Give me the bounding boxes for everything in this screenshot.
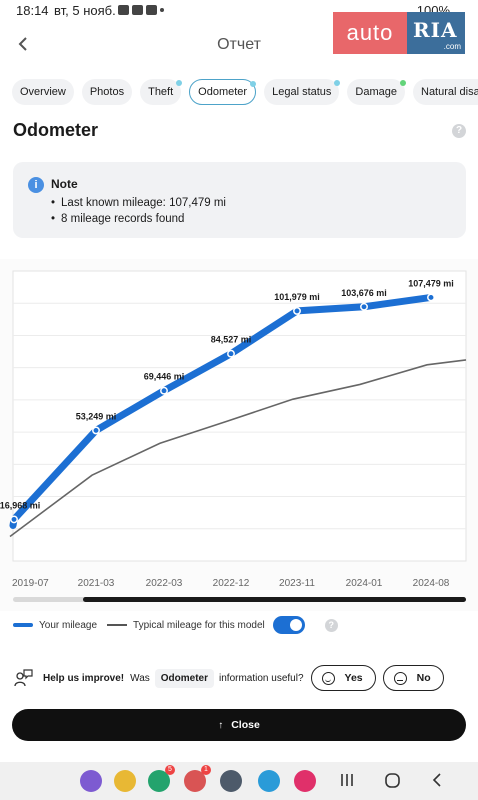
chart-scrollbar[interactable] xyxy=(13,597,466,602)
data-point-your-mileage xyxy=(10,515,18,524)
data-point-your-mileage xyxy=(92,426,100,435)
arrow-up-icon: ↑ xyxy=(218,719,224,731)
data-label: 53,249 mi xyxy=(76,411,117,421)
tab-status-dot xyxy=(176,80,183,86)
data-label: 84,527 mi xyxy=(211,335,252,345)
olx-app-icon[interactable]: 5 xyxy=(148,765,175,792)
note-item: 8 mileage records found xyxy=(51,211,226,227)
mileage-chart-svg: 16,968 mi 53,249 mi 69,446 mi 84,527 mi 101,… xyxy=(0,270,467,589)
chart-legend: Your mileage Typical mileage for this mo… xyxy=(13,616,338,634)
smile-icon xyxy=(321,671,335,685)
tab-damage[interactable]: Damage xyxy=(347,79,406,105)
x-tick-label: 2024-08 xyxy=(413,578,450,589)
apps-app-icon[interactable] xyxy=(220,770,242,792)
report-tabs: Overview Photos Theft Odometer Legal status D… xyxy=(12,79,478,107)
x-tick-label: 2019-07 xyxy=(12,578,49,589)
date: вт, 5 нояб. xyxy=(54,3,116,18)
data-point-your-mileage xyxy=(160,386,168,395)
close-button[interactable]: ↑ Close xyxy=(12,709,466,741)
data-label: 107,479 mi xyxy=(408,278,454,288)
x-tick-label: 2021-03 xyxy=(78,578,115,589)
tab-status-dot xyxy=(334,80,341,86)
tab-photos[interactable]: Photos xyxy=(81,79,133,105)
feedback-help-label: Help us improve! xyxy=(43,672,125,684)
autoria-app-icon[interactable]: 1 xyxy=(184,765,211,792)
notification-icons xyxy=(118,5,164,15)
recent-apps-icon[interactable] xyxy=(340,772,354,788)
feedback-bar: Help us improve! Was Odometer informatio… xyxy=(13,664,466,692)
feedback-yes-button[interactable]: Yes xyxy=(310,665,376,691)
tab-overview[interactable]: Overview xyxy=(12,79,74,105)
tab-label: Photos xyxy=(89,86,125,98)
no-label: No xyxy=(416,672,431,684)
section-title: Odometer xyxy=(13,120,99,140)
tab-label: Legal status xyxy=(272,86,332,98)
tab-theft[interactable]: Theft xyxy=(140,79,183,105)
legend-swatch-your-mileage xyxy=(13,623,33,627)
x-tick-label: 2023-11 xyxy=(279,578,315,589)
feedback-question: information useful? xyxy=(219,672,304,684)
tab-label: Overview xyxy=(20,86,66,98)
more-dot-icon xyxy=(160,8,164,12)
legend-swatch-typical xyxy=(107,624,128,626)
telegram-app-icon[interactable] xyxy=(258,770,280,792)
data-point-your-mileage xyxy=(293,306,301,315)
youtube-icon-2 xyxy=(146,5,157,15)
tab-label: Damage xyxy=(355,86,397,98)
notification-count: 1 xyxy=(201,765,211,775)
tab-label: Odometer xyxy=(198,86,248,98)
data-point-your-mileage xyxy=(360,302,368,311)
tab-odometer[interactable]: Odometer xyxy=(189,79,257,105)
logo-auto: auto xyxy=(333,12,407,54)
tab-status-dot xyxy=(250,81,257,87)
android-nav-bar: 51 xyxy=(0,762,478,800)
help-icon[interactable]: ? xyxy=(452,124,466,138)
data-label: 16,968 mi xyxy=(0,500,40,510)
chrome-app-icon[interactable] xyxy=(114,770,136,792)
legend-typical: Typical mileage for this model xyxy=(133,619,265,631)
youtube-icon xyxy=(132,5,143,15)
x-tick-label: 2024-01 xyxy=(346,578,383,589)
data-label: 101,979 mi xyxy=(274,292,320,302)
feedback-section-chip: Odometer xyxy=(154,668,215,688)
data-label: 103,676 mi xyxy=(341,288,387,298)
tab-label: Natural disaster xyxy=(421,86,478,98)
data-label: 69,446 mi xyxy=(144,372,185,382)
note-box: i Note Last known mileage: 107,479 mi 8 … xyxy=(13,162,466,238)
chart-scroll-thumb[interactable] xyxy=(83,597,466,602)
gallery-icon xyxy=(118,5,129,15)
home-icon[interactable] xyxy=(384,772,402,790)
logo-ria: RIA .com xyxy=(407,12,465,54)
legend-help-icon[interactable]: ? xyxy=(324,618,338,632)
x-tick-label: 2022-12 xyxy=(213,578,250,589)
tab-status-dot xyxy=(400,80,406,86)
tab-label: Theft xyxy=(148,86,174,98)
feedback-person-icon xyxy=(14,669,33,687)
typical-mileage-toggle[interactable] xyxy=(272,616,305,634)
tab-natural-disaster[interactable]: Natural disaster xyxy=(413,79,478,105)
notification-count: 5 xyxy=(165,765,175,775)
yes-label: Yes xyxy=(344,672,363,684)
info-icon: i xyxy=(28,177,44,193)
note-list: Last known mileage: 107,479 mi 8 mileage… xyxy=(51,195,226,227)
note-title: Note xyxy=(51,177,78,191)
mileage-chart: 16,968 mi 53,249 mi 69,446 mi 84,527 mi 101,… xyxy=(0,259,478,611)
close-label: Close xyxy=(231,719,260,731)
viber-app-icon[interactable] xyxy=(80,770,102,792)
flower-app-icon[interactable] xyxy=(294,770,316,792)
note-item: Last known mileage: 107,479 mi xyxy=(51,195,226,211)
data-point-your-mileage xyxy=(427,293,435,302)
autoria-logo[interactable]: auto RIA .com xyxy=(333,12,465,54)
clock: 18:14 xyxy=(16,3,49,18)
data-point-your-mileage xyxy=(227,349,235,358)
tab-legal-status[interactable]: Legal status xyxy=(264,79,341,105)
feedback-no-button[interactable]: No xyxy=(382,665,444,691)
neutral-face-icon xyxy=(393,671,407,685)
legend-your-mileage: Your mileage xyxy=(39,619,98,631)
system-back-icon[interactable] xyxy=(430,772,444,788)
feedback-was: Was xyxy=(130,672,150,684)
x-tick-label: 2022-03 xyxy=(146,578,183,589)
